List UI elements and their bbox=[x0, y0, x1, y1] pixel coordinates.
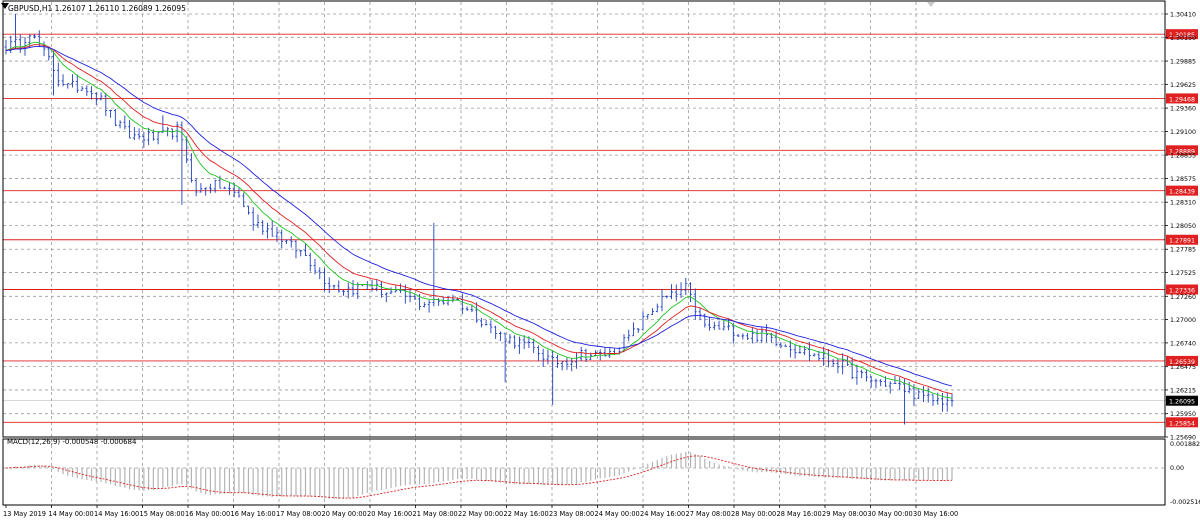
current-price-label: 1.26095 bbox=[1169, 399, 1195, 406]
symbol-info: GBPUSD,H1 1.26107 1.26110 1.26089 1.2609… bbox=[8, 4, 186, 13]
x-tick-label: 22 May 00:00 bbox=[458, 510, 503, 518]
x-tick-label: 24 May 16:00 bbox=[640, 510, 685, 518]
y-tick-label: 1.26475 bbox=[1170, 364, 1196, 371]
y-tick-label: 1.28835 bbox=[1170, 153, 1196, 160]
x-tick-label: 14 May 00:00 bbox=[49, 510, 94, 518]
y-tick-label: 1.28310 bbox=[1170, 200, 1196, 207]
y-tick-label: 1.28575 bbox=[1170, 176, 1196, 183]
y-tick-label: 1.29100 bbox=[1170, 129, 1196, 136]
y-tick-label: 1.30150 bbox=[1170, 35, 1196, 42]
x-tick-label: 22 May 16:00 bbox=[504, 510, 549, 518]
horizontal-levels[interactable]: 1.301851.294681.288891.284391.278911.273… bbox=[3, 29, 1198, 428]
x-tick-label: 24 May 00:00 bbox=[595, 510, 640, 518]
ma-mid-line bbox=[5, 44, 953, 395]
x-tick-label: 30 May 00:00 bbox=[868, 510, 913, 518]
y-tick-label: 1.25950 bbox=[1170, 411, 1196, 418]
chart-grid bbox=[3, 2, 1165, 505]
x-tick-label: 16 May 16:00 bbox=[231, 510, 276, 518]
price-chart[interactable]: 1.301851.294681.288891.284391.278911.273… bbox=[0, 0, 1200, 523]
y-tick-label: 1.27000 bbox=[1170, 317, 1196, 324]
macd-tick-label: -0.002516 bbox=[1170, 499, 1200, 506]
x-tick-label: 20 May 00:00 bbox=[322, 510, 367, 518]
main-panel-border bbox=[2, 0, 1166, 438]
x-tick-label: 28 May 00:00 bbox=[731, 510, 776, 518]
y-tick-label: 1.29360 bbox=[1170, 106, 1196, 113]
ma-slow-line bbox=[5, 46, 953, 387]
x-tick-label: 23 May 08:00 bbox=[549, 510, 594, 518]
x-tick-label: 15 May 08:00 bbox=[140, 510, 185, 518]
y-tick-label: 1.26215 bbox=[1170, 387, 1196, 394]
x-tick-label: 21 May 08:00 bbox=[413, 510, 458, 518]
x-tick-label: 16 May 00:00 bbox=[185, 510, 230, 518]
x-tick-label: 20 May 16:00 bbox=[367, 510, 412, 518]
y-tick-label: 1.27525 bbox=[1170, 270, 1196, 277]
macd-tick-label: 0.001882 bbox=[1170, 441, 1200, 448]
y-tick-label: 1.27785 bbox=[1170, 247, 1196, 254]
y-tick-label: 1.29625 bbox=[1170, 82, 1196, 89]
x-tick-label: 13 May 2019 bbox=[3, 510, 46, 518]
level-price-label: 1.28439 bbox=[1169, 189, 1195, 196]
macd-indicator bbox=[5, 451, 953, 500]
macd-tick-label: 0.00 bbox=[1170, 465, 1184, 472]
macd-signal-line bbox=[5, 455, 953, 499]
x-tick-label: 28 May 16:00 bbox=[777, 510, 822, 518]
x-tick-label: 17 May 08:00 bbox=[276, 510, 321, 518]
level-price-label: 1.25854 bbox=[1169, 420, 1195, 427]
moving-averages bbox=[5, 41, 953, 399]
y-tick-label: 1.27260 bbox=[1170, 294, 1196, 301]
y-tick-label: 1.26740 bbox=[1170, 340, 1196, 347]
level-price-label: 1.27891 bbox=[1169, 238, 1195, 245]
x-tick-label: 29 May 08:00 bbox=[822, 510, 867, 518]
y-tick-label: 1.29885 bbox=[1170, 59, 1196, 66]
axis-labels: 1.30410 1.30150 1.29885 1.29625 1.29360 1.291… bbox=[3, 12, 1200, 519]
x-tick-label: 14 May 16:00 bbox=[94, 510, 139, 518]
macd-label: MACD(12,26,9) -0.000548 -0.000684 bbox=[7, 438, 137, 446]
candlesticks bbox=[4, 14, 954, 425]
x-tick-label: 27 May 08:00 bbox=[686, 510, 731, 518]
y-tick-label: 1.30410 bbox=[1170, 12, 1196, 19]
chart-frame bbox=[2, 0, 1166, 506]
shift-marker-icon[interactable] bbox=[927, 2, 935, 7]
y-tick-label: 1.28050 bbox=[1170, 223, 1196, 230]
level-price-label: 1.29468 bbox=[1169, 96, 1195, 103]
x-tick-label: 30 May 16:00 bbox=[913, 510, 958, 518]
